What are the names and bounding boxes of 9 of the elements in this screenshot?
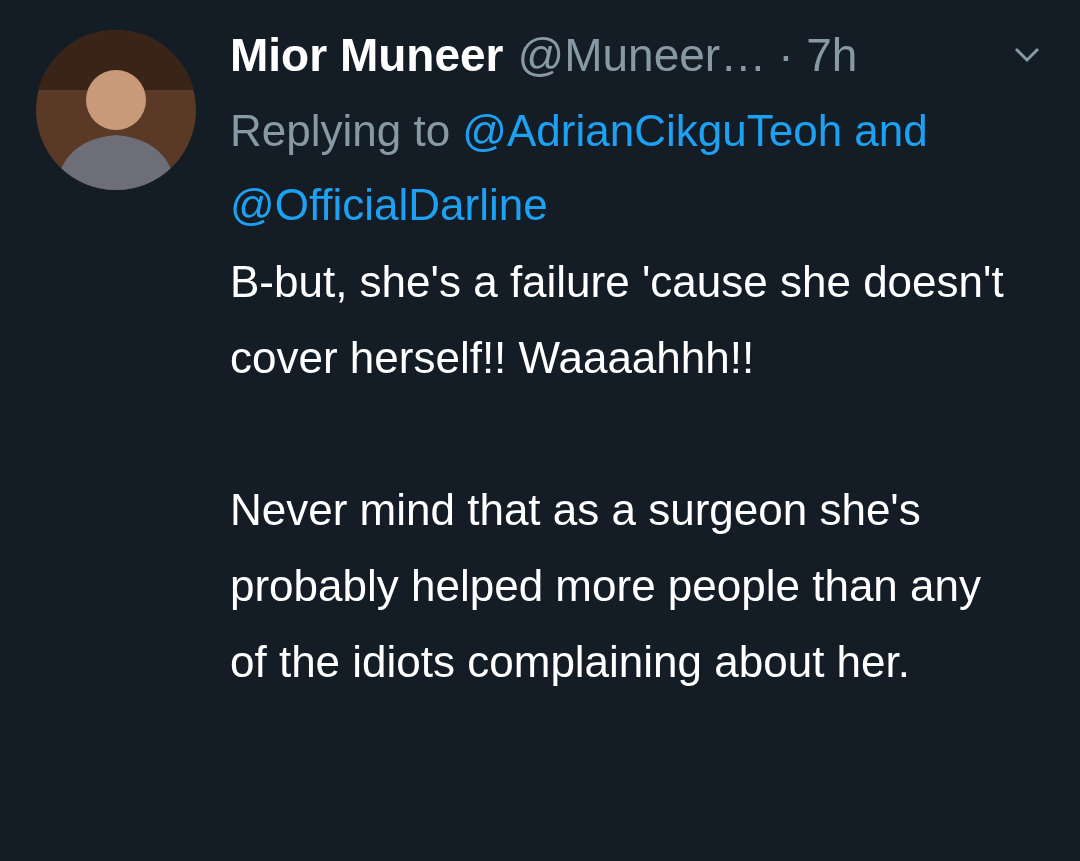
author-handle: @Muneer… [517, 32, 767, 78]
author-name[interactable]: Mior Muneer [230, 32, 504, 78]
tweet-text: B-but, she's a failure 'cause she doesn't cover herself!! Waaaahhh!! [230, 256, 1005, 384]
chevron-down-icon[interactable] [1014, 47, 1040, 63]
timestamp: · 7h [778, 32, 858, 78]
tweet-text: Never mind that as a surgeon she's probably helped more people than any of the idiots complaining about her. [230, 484, 982, 688]
replying-to-text: Replying to @AdrianCikguTeoh and @OfficialDarline [230, 105, 929, 231]
mention-link[interactable]: @AdrianCikguTeoh [462, 106, 843, 155]
mention-link[interactable]: @OfficialDarline [230, 180, 548, 229]
